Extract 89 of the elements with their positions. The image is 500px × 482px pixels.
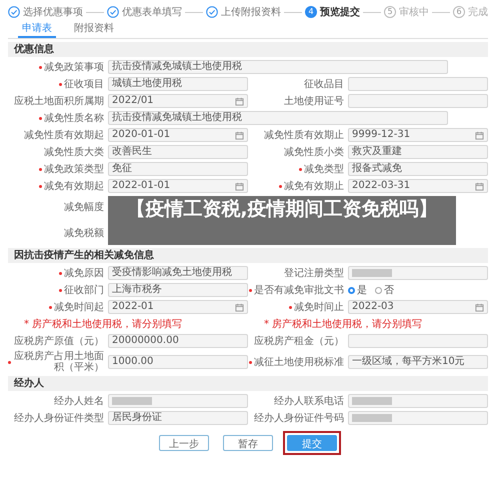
step-number: 5	[384, 6, 396, 18]
input-field[interactable]: 居民身份证	[108, 411, 248, 425]
tab[interactable]: 附报资料	[70, 20, 118, 38]
input-field[interactable]: 受疫情影响减免土地使用税	[108, 266, 248, 280]
input-field[interactable]	[348, 77, 488, 91]
field-label: 减免原因	[64, 268, 104, 278]
input-field[interactable]: 抗击疫情减免城镇土地使用税	[108, 111, 448, 125]
step-label: 审核中	[399, 6, 429, 19]
step-number: 6	[453, 6, 465, 18]
field-label: 减征土地使用税标准	[254, 356, 344, 368]
input-field[interactable]: 1000.00	[108, 355, 248, 369]
step-label: 上传附报资料	[221, 6, 281, 19]
date-field[interactable]: 2022-03	[348, 300, 488, 314]
field-label: 减免性质小类	[284, 146, 344, 158]
field-label: 减免有效期起	[44, 180, 104, 192]
calendar-icon	[235, 96, 244, 106]
field-label: 登记注册类型	[284, 268, 344, 278]
calendar-icon	[475, 130, 484, 140]
calendar-icon	[475, 302, 484, 312]
input-field[interactable]: 免征	[108, 162, 248, 176]
form-button[interactable]: 暂存	[223, 435, 273, 451]
warning-note: * 房产税和土地使用税，请分别填写	[23, 318, 184, 331]
input-field[interactable]	[108, 394, 248, 408]
field-label: 减免性质有效期止	[264, 130, 344, 140]
tab[interactable]: 申请表	[18, 20, 56, 38]
input-field[interactable]: 改善民生	[108, 145, 248, 159]
field-label: 经办人联系电话	[274, 396, 344, 406]
warning-note: * 房产税和土地使用税，请分别填写	[263, 318, 424, 331]
field-label: 应税房产原值（元）	[14, 336, 104, 346]
date-field[interactable]: 2022/01	[108, 94, 248, 108]
calendar-icon	[235, 130, 244, 140]
section-header: 优惠信息	[8, 42, 488, 57]
date-field[interactable]: 2022-03-31	[348, 179, 488, 193]
input-field[interactable]	[348, 411, 488, 425]
masked-value	[352, 397, 392, 405]
field-label: 应税房产租金（元）	[254, 336, 344, 346]
field-label: 减免时间起	[54, 302, 104, 312]
date-field[interactable]: 2022-01-01	[108, 179, 248, 193]
field-label: 应税房产占用土地面积（平米）	[13, 351, 104, 373]
field-label: 应税土地面积所属期	[14, 96, 104, 106]
field-label: 减免税额	[64, 228, 104, 239]
input-field[interactable]: 20000000.00	[108, 334, 248, 348]
field-label: 减免政策类型	[44, 164, 104, 174]
date-field[interactable]: 2020-01-01	[108, 128, 248, 142]
input-field[interactable]: 城镇土地使用税	[108, 77, 248, 91]
section-header: 经办人	[8, 376, 488, 391]
field-label: 土地使用证号	[284, 96, 344, 106]
input-field[interactable]	[348, 94, 488, 108]
step-label: 选择优惠事项	[23, 6, 83, 19]
calendar-icon	[475, 182, 484, 190]
step-label: 完成	[468, 6, 488, 19]
masked-value	[352, 269, 392, 277]
calendar-icon	[235, 302, 244, 312]
masked-value	[112, 397, 152, 405]
date-field[interactable]: 2022-01	[108, 300, 248, 314]
radio-option[interactable]: 否	[375, 283, 394, 297]
form-button[interactable]: 上一步	[159, 435, 209, 451]
input-field[interactable]: 救灾及重建	[348, 145, 488, 159]
field-label: 减免类型	[304, 164, 344, 174]
input-field[interactable]	[348, 266, 488, 280]
field-label: 征收品目	[304, 78, 344, 90]
input-field[interactable]	[348, 334, 488, 348]
field-label: 减免性质有效期起	[24, 130, 104, 140]
input-field[interactable]: 上海市税务	[108, 283, 248, 297]
field-label: 经办人姓名	[54, 396, 104, 406]
field-label: 征收项目	[64, 78, 104, 90]
masked-value	[352, 414, 392, 422]
radio-option[interactable]: 是	[348, 283, 367, 297]
input-field[interactable]	[348, 394, 488, 408]
field-label: 减免有效期止	[284, 180, 344, 192]
field-label: 减免性质大类	[44, 146, 104, 158]
field-label: 是否有减免审批文书	[254, 284, 344, 296]
field-label: 减免性质名称	[44, 112, 104, 124]
field-label: 减免幅度	[64, 202, 104, 213]
step-label: 优惠表单填写	[122, 6, 182, 19]
input-field[interactable]: 报备式减免	[348, 162, 488, 176]
field-label: 减免时间止	[294, 302, 344, 312]
step-number: 4	[305, 6, 317, 18]
field-label: 经办人身份证件号码	[254, 412, 344, 424]
input-field[interactable]: 一级区域，每平方米10元	[348, 355, 488, 369]
step-label: 预览提交	[320, 5, 360, 19]
date-field[interactable]: 9999-12-31	[348, 128, 488, 142]
field-label: 减免政策事项	[44, 62, 104, 72]
field-label: 征收部门	[64, 284, 104, 296]
input-field[interactable]: 抗击疫情减免城镇土地使用税	[108, 60, 448, 74]
field-label: 经办人身份证件类型	[14, 412, 104, 424]
calendar-icon	[235, 182, 244, 190]
title-banner: 【疫情工资税,疫情期间工资免税吗】	[108, 196, 456, 245]
section-header: 因抗击疫情产生的相关减免信息	[8, 248, 488, 263]
